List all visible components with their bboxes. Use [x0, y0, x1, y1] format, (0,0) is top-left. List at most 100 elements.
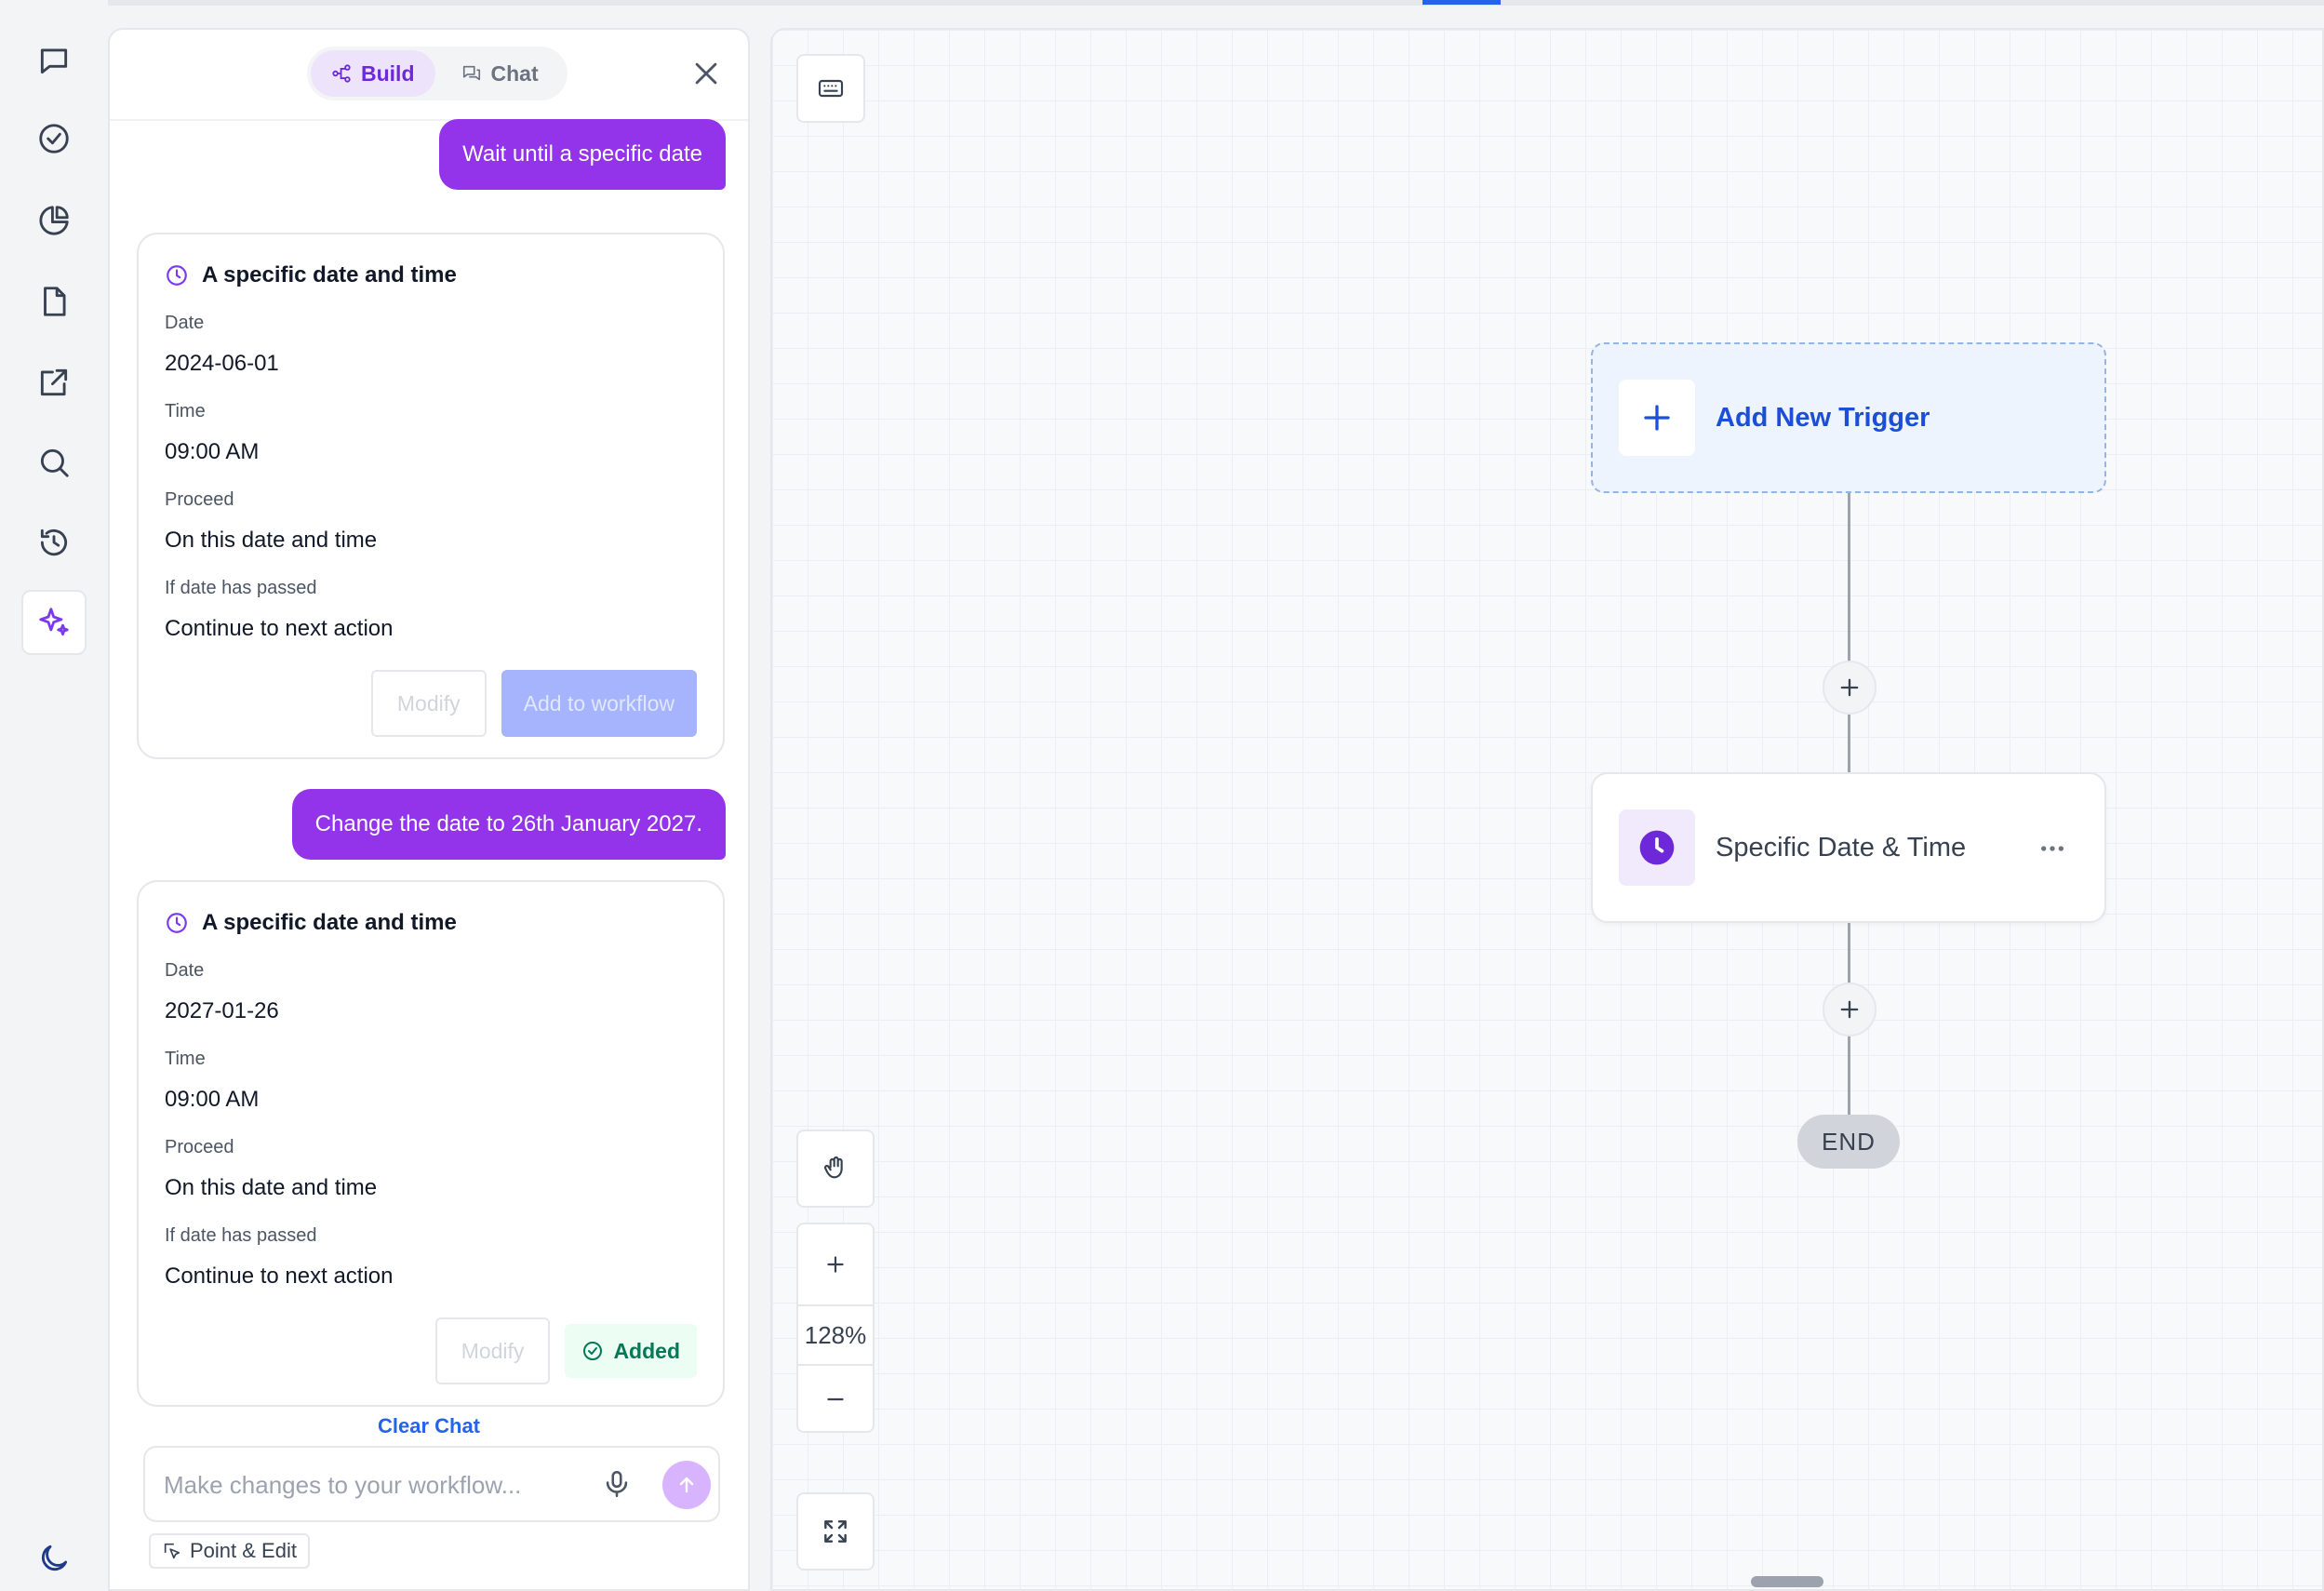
time-value: 09:00 AM: [165, 439, 260, 464]
added-label: Added: [613, 1338, 680, 1363]
search-icon: [40, 448, 69, 477]
rail-reports[interactable]: [21, 188, 87, 253]
workflow-canvas[interactable]: Add New Trigger Specific Date & Time END…: [770, 28, 2324, 1591]
card-title: A specific date and time: [165, 910, 697, 936]
field-label: Time: [165, 401, 206, 421]
tab-chat-label: Chat: [490, 60, 539, 86]
rail-theme-toggle[interactable]: [21, 1526, 87, 1591]
clock-icon: [167, 913, 187, 933]
top-border: [0, 0, 2324, 6]
field-label: Date: [165, 960, 205, 981]
fit-view-button[interactable]: [796, 1492, 875, 1571]
rail-documents[interactable]: [21, 269, 87, 334]
zoom-level: 128%: [798, 1304, 873, 1366]
connector-line: [1848, 493, 1850, 687]
card-actions: Modify Added: [165, 1317, 697, 1384]
zoom-out-button[interactable]: [798, 1366, 873, 1433]
connector-line: [1848, 715, 1850, 772]
date-passed-value: Continue to next action: [165, 616, 394, 641]
specific-date-time-node[interactable]: Specific Date & Time: [1591, 772, 2106, 923]
action-icon-box: [1619, 809, 1695, 886]
field-label: Date: [165, 313, 205, 333]
field-label: If date has passed: [165, 1225, 317, 1246]
field-label: Proceed: [165, 489, 234, 510]
user-message: Wait until a specific date: [439, 119, 726, 190]
date-value: 2027-01-26: [165, 998, 279, 1023]
history-icon: [40, 528, 68, 556]
mode-switch: Build Chat: [307, 47, 568, 100]
rail-conversations[interactable]: [21, 28, 87, 93]
pie-chart-icon: [39, 206, 69, 235]
rail-history[interactable]: [21, 510, 87, 575]
pan-tool-button[interactable]: [796, 1130, 875, 1208]
plus-icon: [1644, 405, 1670, 431]
rail-search[interactable]: [21, 430, 87, 495]
end-node: END: [1797, 1115, 1900, 1169]
time-value: 09:00 AM: [165, 1087, 260, 1112]
user-message: Change the date to 26th January 2027.: [291, 789, 726, 860]
zoom-controls: 128%: [796, 1223, 875, 1433]
workflow-icon: [332, 64, 351, 83]
added-badge: Added: [565, 1324, 697, 1378]
workflow-prompt-input[interactable]: [164, 1464, 573, 1505]
tab-build-label: Build: [361, 60, 415, 86]
active-top-indicator: [1422, 0, 1501, 5]
chat-bubble-icon: [40, 48, 68, 74]
zoom-in-button[interactable]: [798, 1224, 873, 1304]
trigger-label: Add New Trigger: [1716, 402, 1930, 433]
point-and-edit-button[interactable]: Point & Edit: [149, 1533, 310, 1569]
external-link-icon: [40, 368, 68, 396]
moon-icon: [41, 1544, 68, 1571]
add-step-button[interactable]: [1823, 983, 1877, 1036]
assistant-panel: Build Chat Wait until a specific date A …: [108, 28, 750, 1591]
close-icon[interactable]: [690, 58, 722, 89]
minus-icon: [827, 1397, 844, 1401]
field-label: Proceed: [165, 1137, 234, 1157]
tab-build[interactable]: Build: [311, 50, 435, 97]
point-edit-label: Point & Edit: [190, 1539, 297, 1562]
plus-icon: [827, 1256, 844, 1273]
date-value: 2024-06-01: [165, 351, 279, 376]
keyboard-shortcuts-button[interactable]: [796, 54, 865, 123]
card-actions: Modify Add to workflow: [165, 670, 697, 737]
more-options-icon[interactable]: [2037, 834, 2067, 863]
hand-icon: [823, 1156, 843, 1179]
add-step-button[interactable]: [1823, 661, 1877, 715]
modify-button[interactable]: Modify: [434, 1317, 551, 1384]
microphone-icon[interactable]: [601, 1468, 633, 1500]
cursor-select-icon: [164, 1543, 180, 1559]
add-new-trigger-node[interactable]: Add New Trigger: [1591, 342, 2106, 493]
left-rail: [0, 0, 108, 1591]
proceed-value: On this date and time: [165, 528, 378, 553]
rail-external[interactable]: [21, 350, 87, 415]
send-button[interactable]: [662, 1461, 711, 1509]
action-suggestion-card: A specific date and time Date 2027-01-26…: [137, 880, 725, 1407]
card-title-text: A specific date and time: [202, 910, 457, 935]
plus-icon: [1840, 678, 1859, 697]
field-label: Time: [165, 1049, 206, 1069]
clear-chat-link[interactable]: Clear Chat: [110, 1414, 748, 1438]
keyboard-icon: [818, 79, 844, 98]
composer: [143, 1446, 720, 1522]
action-label: Specific Date & Time: [1716, 832, 1967, 862]
tab-chat[interactable]: Chat: [441, 50, 559, 97]
message-list: Wait until a specific date A specific da…: [110, 119, 748, 1424]
date-passed-value: Continue to next action: [165, 1263, 394, 1289]
card-title: A specific date and time: [165, 262, 697, 288]
rail-tasks[interactable]: [21, 106, 87, 171]
field-label: If date has passed: [165, 578, 317, 598]
check-circle-icon: [583, 1342, 603, 1360]
proceed-value: On this date and time: [165, 1175, 378, 1200]
expand-icon: [824, 1520, 847, 1543]
add-to-workflow-button[interactable]: Add to workflow: [501, 670, 697, 737]
rail-ai-assistant[interactable]: [21, 590, 87, 655]
canvas-scroll-handle[interactable]: [1751, 1576, 1823, 1587]
clock-icon: [167, 265, 187, 286]
modify-button[interactable]: Modify: [370, 670, 487, 737]
arrow-up-icon: [679, 1477, 694, 1493]
sparkles-icon: [39, 608, 69, 636]
chat-icon: [462, 65, 480, 81]
card-title-text: A specific date and time: [202, 262, 457, 287]
assistant-header: Build Chat: [110, 30, 748, 121]
trigger-plus-box: [1619, 380, 1695, 456]
